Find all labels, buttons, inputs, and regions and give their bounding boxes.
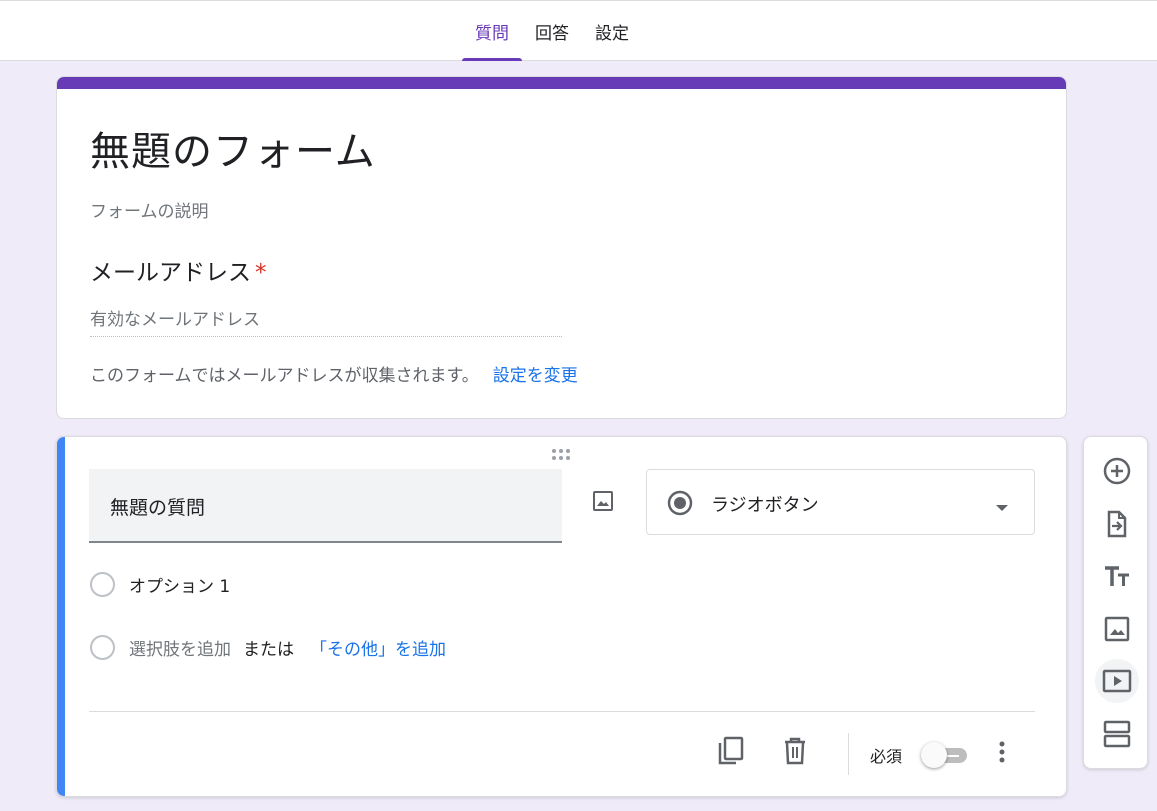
dropdown-arrow-icon: [994, 498, 1010, 517]
option-1-text[interactable]: オプション 1: [129, 572, 230, 597]
form-header-card: 無題のフォーム フォームの説明 メールアドレス* このフォームではメールアドレス…: [56, 76, 1067, 419]
more-options-icon[interactable]: [987, 737, 1017, 767]
floating-toolbar: [1083, 436, 1148, 769]
add-question-icon[interactable]: [1100, 454, 1134, 488]
question-type-dropdown[interactable]: ラジオボタン: [646, 469, 1035, 535]
tab-questions-label: 質問: [475, 23, 509, 44]
email-collect-text: このフォームではメールアドレスが収集されます。: [90, 366, 479, 386]
question-active-accent: [57, 437, 65, 796]
duplicate-icon[interactable]: [716, 736, 746, 766]
question-footer-divider: [89, 711, 1035, 712]
required-toggle[interactable]: [921, 740, 973, 768]
add-image-icon[interactable]: [1100, 612, 1134, 646]
tab-settings-label: 設定: [595, 23, 629, 44]
email-input[interactable]: [90, 303, 562, 337]
tab-responses-label: 回答: [535, 23, 569, 44]
drag-handle-icon[interactable]: [551, 447, 575, 461]
email-question-label: メールアドレス *: [90, 253, 267, 287]
email-label-text: メールアドレス: [90, 260, 251, 286]
add-title-icon[interactable]: [1100, 559, 1134, 593]
add-video-icon[interactable]: [1095, 659, 1139, 703]
radio-button-icon: [666, 489, 694, 521]
add-image-to-question-icon[interactable]: [588, 486, 618, 516]
add-option-row: 選択肢を追加 または 「その他」を追加: [90, 634, 446, 660]
or-text: または: [243, 639, 294, 660]
import-questions-icon[interactable]: [1100, 507, 1134, 541]
tab-settings[interactable]: 設定: [582, 1, 642, 61]
question-type-label: ラジオボタン: [711, 495, 819, 516]
tab-list: 質問 回答 設定: [462, 1, 642, 61]
tab-questions[interactable]: 質問: [462, 1, 522, 61]
question-card[interactable]: 無題の質問 ラジオボタン オプション 1 選択肢を追加 または 「その他」を追加…: [56, 436, 1067, 797]
required-label: 必須: [870, 747, 903, 766]
question-title-text: 無題の質問: [110, 497, 206, 519]
option-row-1: オプション 1: [90, 571, 230, 597]
add-other-link[interactable]: 「その他」を追加: [310, 635, 446, 660]
toggle-thumb: [921, 742, 947, 768]
question-title-input[interactable]: 無題の質問: [89, 469, 562, 543]
form-title[interactable]: 無題のフォーム: [90, 119, 376, 177]
add-section-icon[interactable]: [1100, 717, 1134, 751]
add-option-radio-circle: [90, 634, 115, 660]
top-tab-bar: 質問 回答 設定: [0, 0, 1157, 61]
delete-icon[interactable]: [780, 736, 810, 766]
email-collect-note: このフォームではメールアドレスが収集されます。 設定を変更: [90, 361, 578, 386]
header-accent-bar: [57, 77, 1066, 89]
tab-responses[interactable]: 回答: [522, 1, 582, 61]
footer-separator: [848, 733, 849, 775]
required-asterisk: *: [255, 260, 267, 286]
change-settings-link[interactable]: 設定を変更: [493, 366, 578, 386]
option-radio-circle: [90, 571, 115, 597]
add-option-link[interactable]: 選択肢を追加: [129, 635, 231, 660]
form-description[interactable]: フォームの説明: [90, 197, 209, 222]
